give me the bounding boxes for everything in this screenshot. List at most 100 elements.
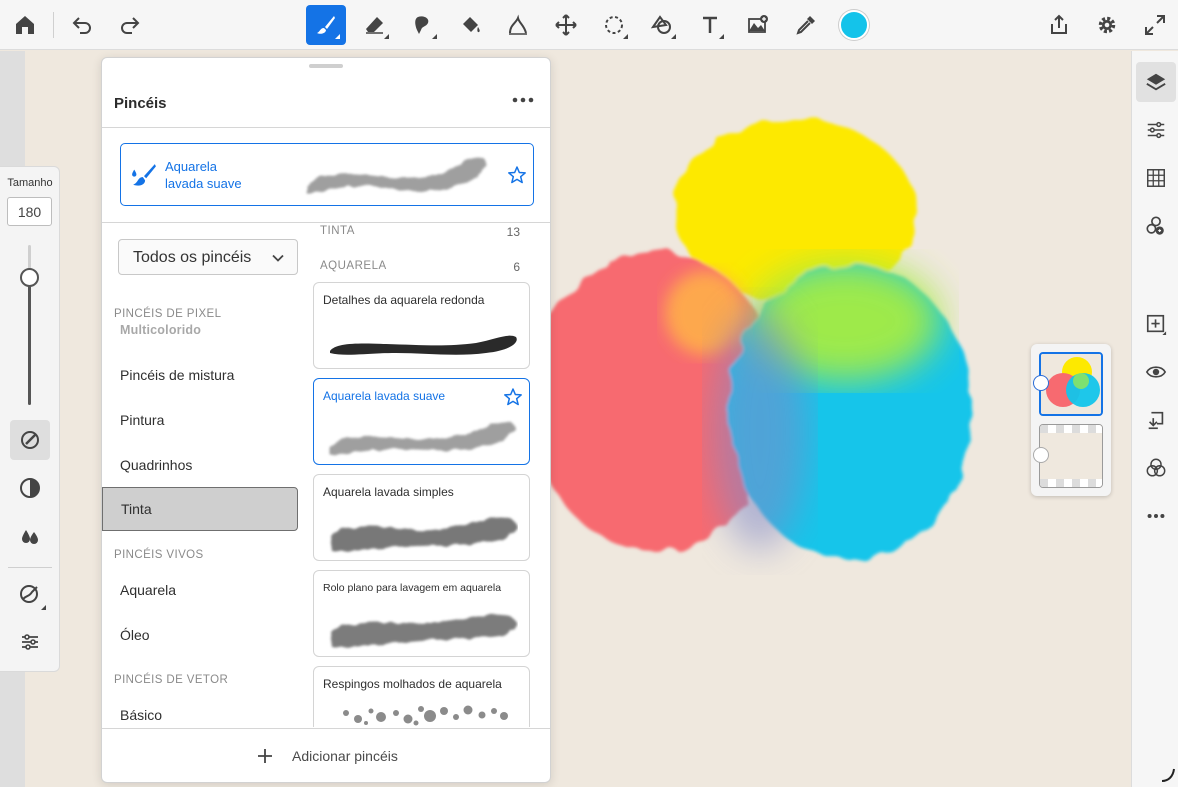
section-count: 13 <box>506 225 520 239</box>
right-toolbar <box>1131 51 1178 787</box>
category-watercolor[interactable]: Aquarela <box>102 568 298 612</box>
image-add-icon[interactable] <box>738 5 778 45</box>
grid-icon[interactable] <box>1136 158 1176 198</box>
current-brush-name-line1: Aquarela <box>165 159 218 174</box>
layer-preview <box>1040 425 1102 487</box>
top-toolbar <box>0 0 1178 50</box>
category-comics[interactable]: Quadrinhos <box>102 443 298 487</box>
section-label: AQUARELA <box>320 260 387 272</box>
category-mix[interactable]: Pincéis de mistura <box>102 353 298 397</box>
blend-mode-icon[interactable] <box>1136 448 1176 488</box>
brush-preview <box>330 614 516 648</box>
layer-selected-indicator[interactable] <box>1033 375 1049 391</box>
liquify-icon[interactable] <box>498 5 538 45</box>
brush-card[interactable]: Detalhes da aquarela redonda <box>313 282 530 369</box>
current-brush-name: Aquarela lavada suave <box>165 158 275 192</box>
share-icon[interactable] <box>1039 5 1079 45</box>
brush-card[interactable]: Aquarela lavada simples <box>313 474 530 561</box>
layers-icon[interactable] <box>1136 62 1176 102</box>
current-brush-name-line2: lavada suave <box>165 176 242 191</box>
settings-icon[interactable] <box>1087 5 1127 45</box>
pressure-icon[interactable] <box>10 574 50 614</box>
more-icon[interactable] <box>1136 496 1176 536</box>
layer-stack <box>1031 344 1111 496</box>
transform-icon[interactable] <box>546 5 586 45</box>
size-input[interactable]: 180 <box>7 197 52 226</box>
layer-preview <box>1041 354 1101 414</box>
resize-corner-icon <box>1161 768 1175 782</box>
plus-icon <box>258 749 272 763</box>
size-slider-fill <box>28 277 31 405</box>
home-icon[interactable] <box>5 5 45 45</box>
redo-icon[interactable] <box>110 5 150 45</box>
brush-card[interactable]: Rolo plano para lavagem em aquarela <box>313 570 530 657</box>
current-color-chip[interactable] <box>839 10 869 40</box>
eraser-icon[interactable] <box>355 5 395 45</box>
eyedropper-icon[interactable] <box>786 5 826 45</box>
layer-properties-icon[interactable] <box>1136 206 1176 246</box>
adjustments-icon[interactable] <box>1136 110 1176 150</box>
brush-preview <box>343 705 508 726</box>
brush-name: Respingos molhados de aquarela <box>323 677 502 691</box>
shape-icon[interactable] <box>642 5 682 45</box>
panel-divider <box>8 567 52 568</box>
divider <box>102 728 550 729</box>
brush-preview <box>330 421 515 455</box>
popover-grabber[interactable] <box>309 64 343 68</box>
category-oil[interactable]: Óleo <box>102 613 298 657</box>
brush-card[interactable]: Respingos molhados de aquarela <box>313 666 530 727</box>
brush-adjustments-icon[interactable] <box>10 622 50 662</box>
visibility-icon[interactable] <box>1136 352 1176 392</box>
brush-card-selected[interactable]: Aquarela lavada suave <box>313 378 530 465</box>
brushes-popover: Pincéis Aquarela lavada suave Todos os p… <box>101 57 551 783</box>
opacity-icon[interactable] <box>10 468 50 508</box>
brush-name: Detalhes da aquarela redonda <box>323 293 485 307</box>
brush-name: Aquarela lavada simples <box>323 485 454 499</box>
watercolor-brush-icon <box>132 164 156 186</box>
section-count: 6 <box>513 260 520 274</box>
category-ink[interactable]: Tinta <box>102 487 298 531</box>
category-multicolor[interactable]: Multicolorido <box>120 323 201 337</box>
fill-icon[interactable] <box>451 5 491 45</box>
fullscreen-icon[interactable] <box>1135 5 1175 45</box>
brush-settings-panel: Tamanho 180 <box>0 166 60 672</box>
color-swatch[interactable] <box>834 5 874 45</box>
size-slider-thumb[interactable] <box>20 268 39 287</box>
current-brush-preview <box>307 157 487 194</box>
category-basic[interactable]: Básico <box>102 693 298 737</box>
brush-preview <box>330 517 517 552</box>
lasso-selection-icon[interactable] <box>594 5 634 45</box>
purple-mix <box>712 311 808 551</box>
smudge-icon[interactable] <box>403 5 443 45</box>
undo-icon[interactable] <box>62 5 102 45</box>
brush-name: Rolo plano para lavagem em aquarela <box>323 582 502 594</box>
section-label: TINTA <box>320 225 355 237</box>
brush-preview <box>330 335 517 355</box>
brush-icon[interactable] <box>306 5 346 45</box>
flow-icon[interactable] <box>10 516 50 556</box>
add-brushes-button[interactable]: Adicionar pincéis <box>256 744 398 768</box>
section-ink: TINTA 13 <box>320 225 520 239</box>
category-header-live: PINCÉIS VIVOS <box>114 549 204 561</box>
brush-settings-icon[interactable] <box>10 420 50 460</box>
current-brush-card[interactable]: Aquarela lavada suave <box>120 143 534 206</box>
add-brushes-label: Adicionar pincéis <box>292 748 398 764</box>
merge-down-icon[interactable] <box>1136 400 1176 440</box>
category-header-pixel: PINCÉIS DE PIXEL <box>114 308 222 320</box>
brush-filter-dropdown[interactable]: Todos os pincéis <box>118 239 298 275</box>
popover-title: Pincéis <box>114 95 167 112</box>
more-options-icon[interactable] <box>510 90 536 110</box>
text-icon[interactable] <box>690 5 730 45</box>
size-label: Tamanho <box>7 177 53 189</box>
category-paint[interactable]: Pintura <box>102 398 298 442</box>
divider <box>102 127 550 128</box>
section-watercolor: AQUARELA 6 <box>320 260 520 274</box>
layer-indicator[interactable] <box>1033 447 1049 463</box>
chevron-down-icon <box>272 254 284 262</box>
favorite-star-icon[interactable] <box>503 387 523 407</box>
category-header-vector: PINCÉIS DE VETOR <box>114 674 229 686</box>
favorite-star-icon[interactable] <box>507 165 527 185</box>
add-layer-icon[interactable] <box>1136 304 1176 344</box>
brush-filter-label: Todos os pincéis <box>133 249 252 266</box>
brush-name: Aquarela lavada suave <box>323 389 446 403</box>
